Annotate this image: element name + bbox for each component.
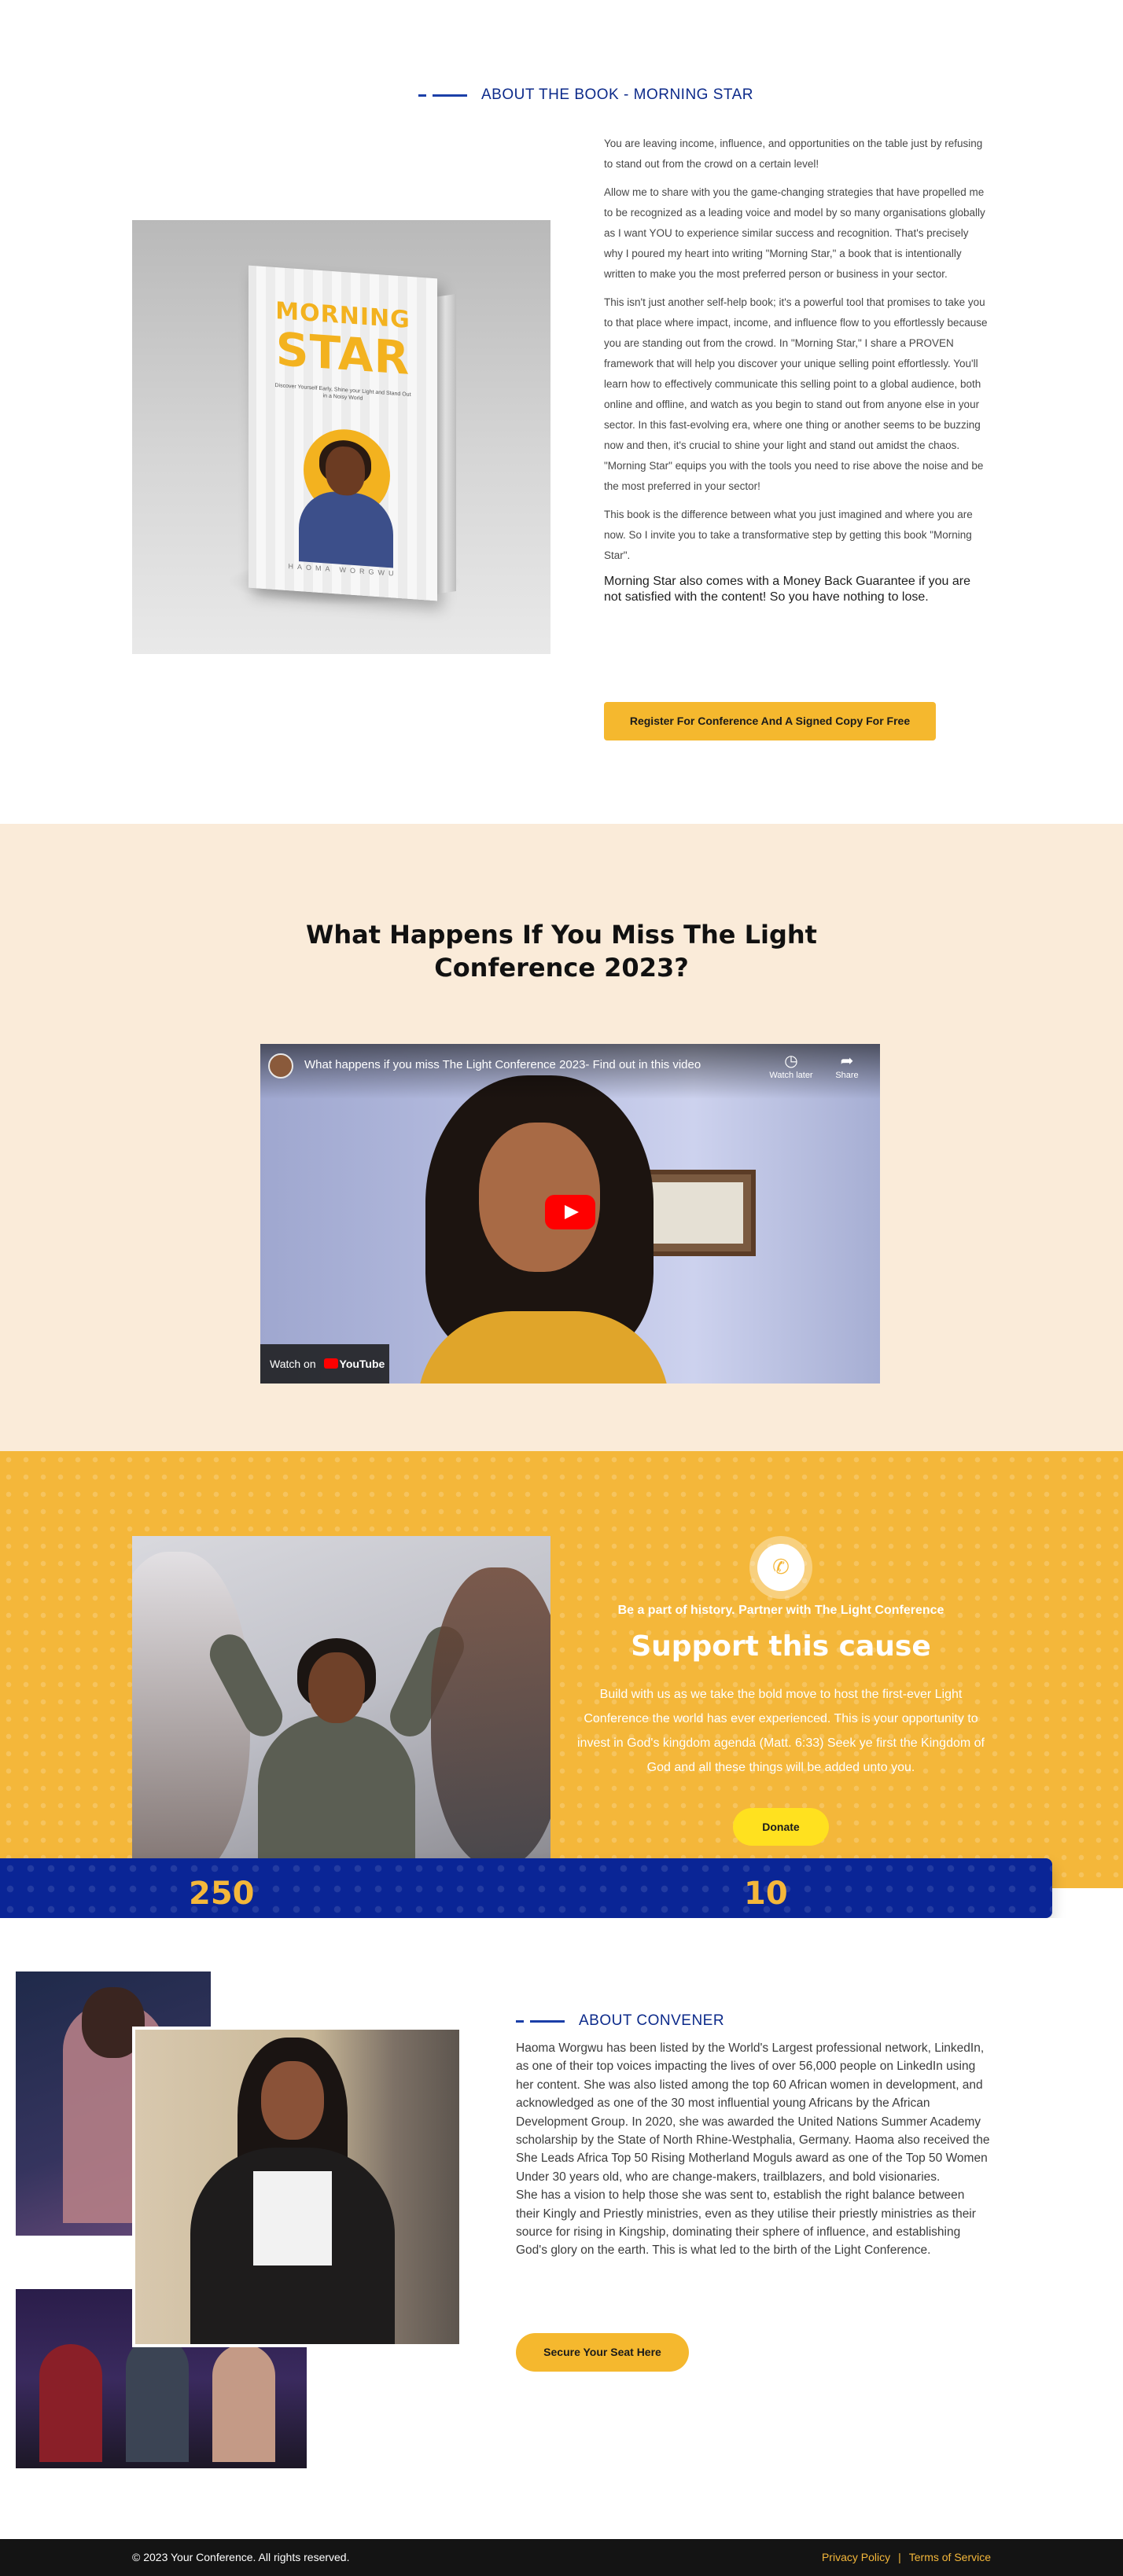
- book-paragraph: This book is the difference between what…: [604, 509, 973, 561]
- stat-counter: 250: [189, 1876, 255, 1912]
- phone-icon-badge: ✆: [749, 1536, 812, 1599]
- convener-paragraph: Haoma Worgwu has been listed by the Worl…: [516, 2041, 990, 2184]
- clock-icon: ◷: [784, 1053, 798, 1070]
- terms-of-service-link[interactable]: Terms of Service: [909, 2551, 991, 2563]
- play-button[interactable]: [545, 1195, 595, 1229]
- cause-body: Build with us as we take the bold move t…: [577, 1688, 985, 1774]
- tag-lines-decoration: [418, 94, 467, 97]
- phone-icon: ✆: [757, 1544, 805, 1591]
- cause-kicker: Be a part of history. Partner with The L…: [617, 1604, 944, 1617]
- register-signed-copy-button[interactable]: Register For Conference And A Signed Cop…: [604, 702, 936, 740]
- about-convener-tag: ABOUT CONVENER: [516, 2012, 724, 2030]
- watch-later-label: Watch later: [769, 1071, 813, 1080]
- money-back-guarantee: Morning Star also comes with a Money Bac…: [604, 575, 970, 604]
- video-heading: What Happens If You Miss The Light Confe…: [306, 920, 817, 983]
- watch-on-youtube-link[interactable]: Watch on YouTube: [260, 1344, 389, 1384]
- cover-author-photo: [291, 438, 401, 568]
- support-cause-section: ✆ Be a part of history. Partner with The…: [0, 1451, 1123, 1888]
- share-label: Share: [835, 1071, 859, 1080]
- about-book-tag: ABOUT THE BOOK - MORNING STAR: [418, 86, 753, 104]
- stat-counter: 10: [744, 1876, 788, 1912]
- video-title[interactable]: What happens if you miss The Light Confe…: [304, 1058, 701, 1071]
- watch-on-label: Watch on: [270, 1358, 316, 1370]
- video-thumbnail-person: [386, 1060, 701, 1384]
- cover-subtitle: Discover Yourself Early, Shine your Ligh…: [274, 382, 411, 402]
- channel-avatar[interactable]: [268, 1053, 293, 1079]
- footer-links: Privacy Policy | Terms of Service: [822, 2551, 991, 2563]
- book-description: You are leaving income, influence, and o…: [604, 134, 988, 613]
- watch-later-button[interactable]: ◷ Watch later: [768, 1052, 815, 1080]
- youtube-logo: YouTube: [323, 1358, 385, 1370]
- stats-bar: 250 10: [0, 1858, 1052, 1918]
- donate-button[interactable]: Donate: [733, 1808, 829, 1846]
- book-paragraph: You are leaving income, influence, and o…: [604, 138, 983, 170]
- youtube-video-player[interactable]: What happens if you miss The Light Confe…: [260, 1044, 880, 1384]
- about-book-tag-text: ABOUT THE BOOK - MORNING STAR: [481, 86, 753, 103]
- convener-portrait-photo: [132, 2027, 462, 2347]
- share-button[interactable]: ➦ Share: [823, 1052, 871, 1080]
- footer-separator: |: [898, 2551, 901, 2563]
- video-section: What Happens If You Miss The Light Confe…: [0, 824, 1123, 1451]
- about-convener-tag-text: ABOUT CONVENER: [579, 2012, 725, 2029]
- play-icon: [565, 1205, 579, 1219]
- privacy-policy-link[interactable]: Privacy Policy: [822, 2551, 890, 2563]
- worship-photo: [132, 1536, 550, 1858]
- share-icon: ➦: [840, 1053, 854, 1070]
- about-book-section: ABOUT THE BOOK - MORNING STAR MORNING ST…: [0, 0, 1123, 824]
- convener-bio: Haoma Worgwu has been listed by the Worl…: [516, 2039, 991, 2260]
- convener-paragraph: She has a vision to help those she was s…: [516, 2188, 976, 2258]
- book-cover-image: MORNING STAR Discover Yourself Early, Sh…: [132, 220, 550, 654]
- book-paragraph: This isn't just another self-help book; …: [604, 296, 988, 492]
- book-cover: MORNING STAR Discover Yourself Early, Sh…: [249, 265, 437, 601]
- tag-lines-decoration: [516, 2019, 565, 2023]
- footer-copyright: © 2023 Your Conference. All rights reser…: [132, 2551, 350, 2563]
- book-paragraph: Allow me to share with you the game-chan…: [604, 186, 985, 280]
- secure-seat-button[interactable]: Secure Your Seat Here: [516, 2333, 689, 2372]
- cause-title: Support this cause: [631, 1630, 931, 1663]
- footer: © 2023 Your Conference. All rights reser…: [0, 2539, 1123, 2576]
